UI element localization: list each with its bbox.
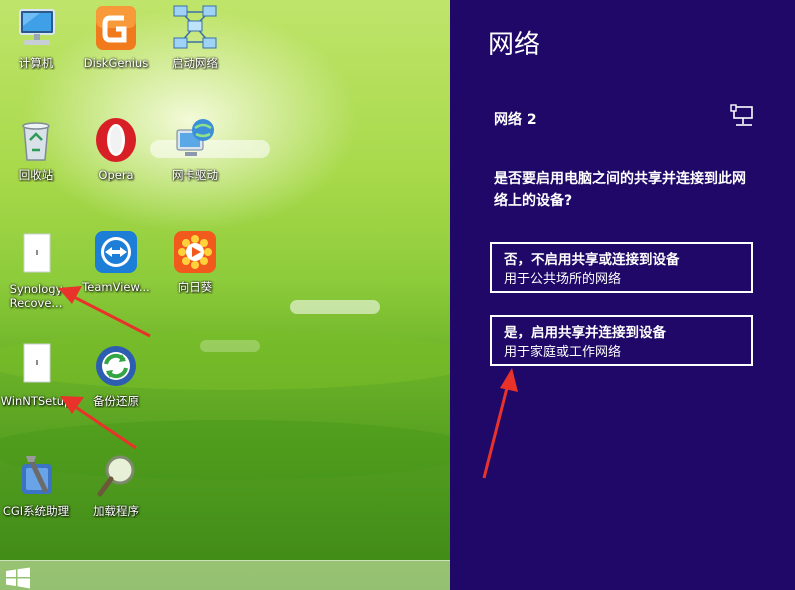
desktop-icon-winntsetup[interactable]: WinNTSetup xyxy=(0,342,72,408)
desktop-icon-label: TeamView... xyxy=(82,280,150,294)
desktop-icon-recycle-bin[interactable]: 回收站 xyxy=(0,116,72,182)
screen: 计算机 回收站 Synology Recove... WinNTSetup CG… xyxy=(0,0,795,590)
desktop-icon-label: Opera xyxy=(98,168,134,182)
wired-network-icon xyxy=(730,104,756,128)
desktop-icon-label: 启动网络 xyxy=(172,56,218,70)
network-panel-title: 网络 xyxy=(488,30,541,60)
desktop-icon-network-driver[interactable]: 网卡驱动 xyxy=(159,116,231,182)
desktop-icon-label: DiskGenius xyxy=(83,56,149,70)
blank-file-icon xyxy=(12,230,60,278)
option-title: 否，不启用共享或连接到设备 xyxy=(504,252,680,268)
desktop-icon-diskgenius[interactable]: DiskGenius xyxy=(80,4,152,70)
cloud xyxy=(290,300,380,314)
option-no-sharing-button[interactable]: 否，不启用共享或连接到设备 用于公共场所的网络 xyxy=(490,242,753,293)
backup-restore-icon xyxy=(92,342,140,390)
desktop-icon-label: 向日葵 xyxy=(177,280,213,294)
network-topology-icon xyxy=(171,4,219,52)
desktop-icon-synology[interactable]: Synology Recove... xyxy=(0,230,72,310)
option-subtitle: 用于家庭或工作网络 xyxy=(504,345,622,360)
start-button[interactable] xyxy=(4,567,34,589)
option-title: 是，启用共享并连接到设备 xyxy=(504,325,666,341)
opera-icon xyxy=(92,116,140,164)
desktop-icon-label: 加载程序 xyxy=(93,504,139,518)
magnifier-icon xyxy=(92,452,140,500)
desktop-icon-label-line2: Recove... xyxy=(9,296,63,310)
option-subtitle: 用于公共场所的网络 xyxy=(504,272,622,287)
desktop-icon-sunflower[interactable]: 向日葵 xyxy=(159,228,231,294)
computer-icon xyxy=(12,4,60,52)
desktop-icon-label: 网卡驱动 xyxy=(172,168,218,182)
sunflower-icon xyxy=(171,228,219,276)
desktop-icon-teamviewer[interactable]: TeamView... xyxy=(80,228,152,294)
option-enable-sharing-button[interactable]: 是，启用共享并连接到设备 用于家庭或工作网络 xyxy=(490,315,753,366)
desktop-icon-backup-restore[interactable]: 备份还原 xyxy=(80,342,152,408)
desktop-icon-label: WinNTSetup xyxy=(0,394,72,408)
desktop-icon-start-network[interactable]: 启动网络 xyxy=(159,4,231,70)
desktop-icon-computer[interactable]: 计算机 xyxy=(0,4,72,70)
desktop-icon-opera[interactable]: Opera xyxy=(80,116,152,182)
windows-logo-icon xyxy=(6,567,30,589)
teamviewer-icon xyxy=(92,228,140,276)
desktop-icon-label: Synology xyxy=(9,282,63,296)
desktop-background: 计算机 回收站 Synology Recove... WinNTSetup CG… xyxy=(0,0,450,590)
desktop-icon-label: 计算机 xyxy=(18,56,54,70)
sharing-question: 是否要启用电脑之间的共享并连接到此网络上的设备? xyxy=(494,171,746,209)
network-panel: 网络 网络 2 是否要启用电脑之间的共享并连接到此网络上的设备? 否，不启用共享… xyxy=(450,0,795,590)
desktop-icon-loader[interactable]: 加载程序 xyxy=(80,452,152,518)
diskgenius-icon xyxy=(92,4,140,52)
blank-file-icon xyxy=(12,342,60,390)
cgi-tool-icon xyxy=(12,452,60,500)
recycle-bin-icon xyxy=(12,116,60,164)
annotation-arrow-panel xyxy=(482,368,518,479)
desktop-icon-label: 备份还原 xyxy=(93,394,139,408)
taskbar xyxy=(0,560,450,590)
network-driver-globe-icon xyxy=(171,116,219,164)
desktop-icon-cgi[interactable]: CGI系统助理 xyxy=(0,452,72,518)
network-name: 网络 2 xyxy=(494,112,537,128)
desktop-icon-label: 回收站 xyxy=(18,168,54,182)
desktop-icon-label: CGI系统助理 xyxy=(2,504,70,518)
